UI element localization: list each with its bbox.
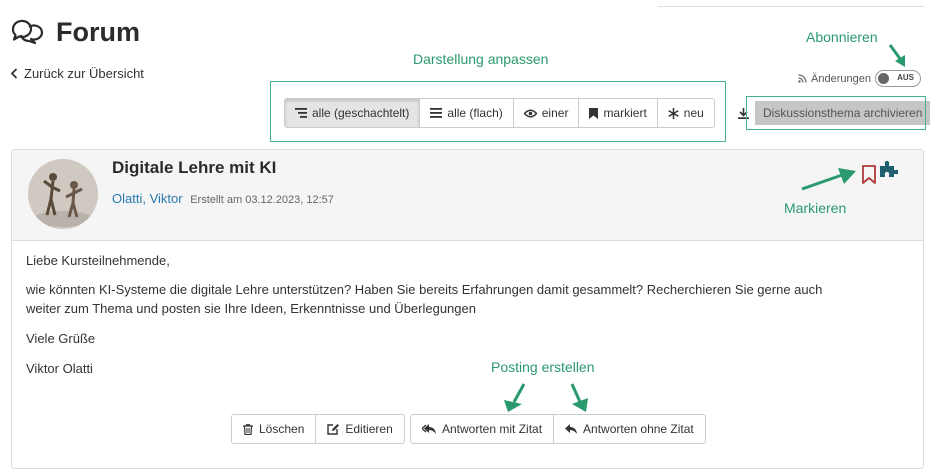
annotation-subscribe: Abonnieren: [806, 29, 878, 45]
edit-button[interactable]: Editieren: [315, 414, 405, 444]
avatar: [28, 159, 98, 229]
view-single-button[interactable]: einer: [512, 98, 580, 128]
edit-label: Editieren: [345, 422, 393, 436]
reply-without-quote-label: Antworten ohne Zitat: [583, 422, 694, 436]
post-meta: Olatti, Viktor Erstellt am 03.12.2023, 1…: [112, 191, 334, 206]
asterisk-icon: [668, 107, 679, 119]
bookmark-icon: [589, 107, 599, 119]
chevron-left-icon: [10, 68, 18, 79]
toggle-state-label: AUS: [897, 73, 914, 82]
post-closing: Viele Grüße: [26, 331, 96, 346]
annotation-archive-box: [746, 96, 926, 130]
view-new-label: neu: [683, 106, 704, 120]
post-paragraph-line2: weiter zum Thema und posten sie Ihre Ide…: [26, 301, 476, 316]
annotation-display: Darstellung anpassen: [413, 51, 549, 67]
subscription-row: Änderungen AUS: [798, 70, 921, 87]
post-author-link[interactable]: Olatti, Viktor: [112, 191, 183, 206]
toggle-knob: [877, 73, 889, 84]
page-title-text: Forum: [56, 17, 140, 47]
post-reply-actions: Antworten mit Zitat Antworten ohne Zitat: [410, 414, 706, 444]
post-greeting: Liebe Kursteilnehmende,: [26, 253, 170, 268]
post-title: Digitale Lehre mit KI: [112, 158, 277, 177]
annotation-reply-quote-arrow-icon: [504, 383, 526, 412]
subscription-toggle[interactable]: AUS: [874, 70, 921, 87]
eye-icon: [523, 109, 537, 118]
reply-all-icon: [422, 424, 436, 434]
annotation-mark-arrow-icon: [801, 168, 856, 191]
post-date: Erstellt am 03.12.2023, 12:57: [190, 194, 334, 206]
view-flat-label: alle (flach): [447, 106, 503, 120]
bookmark-toggle-icon[interactable]: [862, 165, 876, 184]
back-link-label: Zurück zur Übersicht: [24, 66, 144, 81]
edit-icon: [327, 423, 340, 435]
reply-without-quote-button[interactable]: Antworten ohne Zitat: [553, 414, 706, 444]
annotation-posting: Posting erstellen: [491, 359, 595, 375]
top-divider: [658, 6, 924, 7]
view-nested-button[interactable]: alle (geschachtelt): [284, 98, 421, 128]
view-marked-label: markiert: [603, 106, 647, 120]
avatar-figures-icon: [28, 159, 98, 229]
view-nested-label: alle (geschachtelt): [312, 106, 410, 120]
view-button-group: alle (geschachtelt) alle (flach) einer m…: [284, 98, 715, 128]
view-marked-button[interactable]: markiert: [578, 98, 658, 128]
page-title: Forum: [10, 17, 140, 48]
nested-list-icon: [295, 108, 307, 118]
post-signature: Viktor Olatti: [26, 361, 93, 376]
view-flat-button[interactable]: alle (flach): [419, 98, 514, 128]
chat-bubbles-icon: [10, 18, 46, 48]
post-header: Digitale Lehre mit KI Olatti, Viktor Ers…: [12, 150, 923, 241]
reply-with-quote-button[interactable]: Antworten mit Zitat: [410, 414, 555, 444]
view-new-button[interactable]: neu: [656, 98, 715, 128]
delete-label: Löschen: [259, 422, 305, 436]
post-edit-actions: Löschen Editieren: [231, 414, 405, 444]
annotation-subscribe-arrow-icon: [888, 44, 905, 67]
delete-button[interactable]: Löschen: [231, 414, 317, 444]
annotation-mark: Markieren: [784, 200, 847, 216]
view-single-label: einer: [541, 106, 569, 120]
annotation-reply-noquote-arrow-icon: [570, 383, 588, 412]
subscription-label: Änderungen: [811, 72, 871, 85]
reply-icon: [565, 424, 578, 434]
back-link[interactable]: Zurück zur Übersicht: [10, 66, 144, 81]
puzzle-icon: [880, 160, 898, 177]
post-paragraph-line1: wie könnten KI-Systeme die digitale Lehr…: [26, 282, 823, 297]
trash-icon: [243, 423, 253, 435]
rss-icon: [798, 74, 807, 83]
flat-list-icon: [430, 108, 443, 118]
reply-with-quote-label: Antworten mit Zitat: [442, 422, 543, 436]
